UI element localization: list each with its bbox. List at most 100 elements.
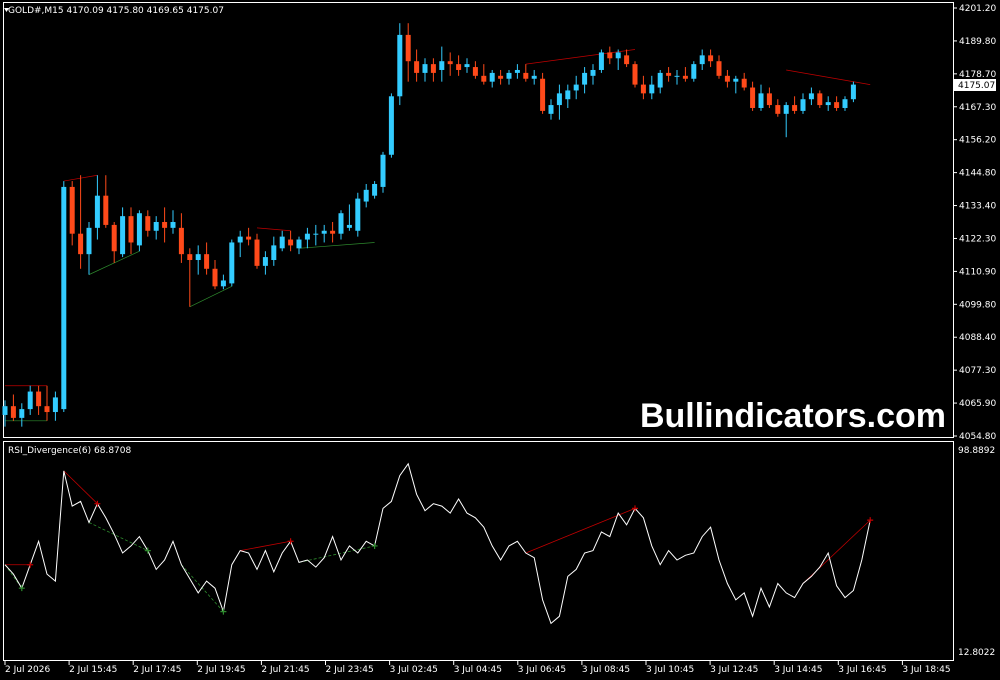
candle-body	[556, 93, 562, 106]
candle	[540, 72, 546, 114]
candle-body	[388, 96, 394, 155]
time-tick-label: 3 Jul 12:45	[710, 665, 758, 675]
candle-body	[430, 64, 436, 73]
candle-body	[640, 84, 646, 94]
time-tick-label: 2 Jul 23:45	[326, 665, 374, 675]
candle-body	[271, 245, 277, 261]
candle-body	[187, 254, 193, 261]
candle-body	[136, 213, 142, 246]
candle-body	[321, 230, 327, 234]
candle-body	[27, 391, 33, 410]
candle-body	[817, 93, 823, 106]
candle-body	[808, 93, 814, 100]
candle-body	[178, 227, 184, 255]
candle-body	[61, 186, 67, 410]
candle	[850, 81, 856, 103]
candle-body	[775, 105, 781, 114]
candle-body	[103, 195, 109, 225]
candle-body	[405, 34, 411, 62]
candle-body	[590, 69, 596, 76]
candle-body	[422, 64, 428, 73]
candle	[388, 93, 394, 158]
candle-body	[456, 64, 462, 70]
candle-body	[632, 64, 638, 85]
candle-body	[36, 391, 42, 407]
candle-body	[254, 239, 260, 266]
candle-body	[649, 84, 655, 94]
candle-body	[363, 189, 369, 202]
candle-body	[598, 52, 604, 70]
candle-body	[481, 75, 487, 82]
candle-body	[514, 69, 520, 73]
candle-body	[792, 105, 798, 111]
candle-body	[279, 236, 285, 249]
candle-body	[783, 105, 789, 114]
candle-body	[439, 61, 445, 70]
candle-body	[750, 87, 756, 108]
candle-body	[498, 75, 504, 79]
candle-body	[540, 78, 546, 111]
candle-body	[288, 239, 294, 246]
candle-body	[372, 183, 378, 196]
candle-body	[716, 61, 722, 76]
candle-body	[69, 186, 75, 234]
candle	[598, 49, 604, 73]
price-tick-label: 4054.80	[959, 432, 996, 442]
candle-body	[296, 239, 302, 249]
candle-body	[489, 72, 495, 82]
candle-body	[674, 75, 680, 77]
candle-body	[548, 105, 554, 114]
price-tick-label: 4189.80	[959, 37, 996, 47]
candle-body	[86, 227, 92, 255]
candle	[61, 181, 67, 413]
price-tick-label: 4144.80	[959, 169, 996, 179]
time-tick-label: 3 Jul 02:45	[390, 665, 438, 675]
time-tick-label: 2 Jul 15:45	[69, 665, 117, 675]
time-tick-label: 2 Jul 19:45	[197, 665, 245, 675]
candle-body	[565, 90, 571, 100]
candle-body	[145, 216, 151, 231]
candle-body	[229, 242, 235, 284]
price-tick-label: 4077.30	[959, 366, 996, 376]
candle-body	[523, 72, 529, 79]
time-tick-label: 3 Jul 18:45	[902, 665, 950, 675]
candle	[632, 61, 638, 88]
rsi-panel-header: RSI_Divergence(6) 68.8708	[8, 446, 131, 456]
candle-body	[691, 64, 697, 79]
candle-body	[682, 75, 688, 79]
candle-body	[834, 102, 840, 108]
time-tick-label: 3 Jul 06:45	[518, 665, 566, 675]
candle-body	[708, 55, 714, 62]
candle-body	[2, 406, 8, 415]
candle	[380, 151, 386, 193]
price-tick-label: 4099.80	[959, 300, 996, 310]
candle-body	[624, 55, 630, 65]
candle-body	[607, 52, 613, 59]
candle	[397, 23, 403, 106]
candle-body	[44, 406, 50, 413]
time-tick-label: 3 Jul 16:45	[838, 665, 886, 675]
time-tick-label: 3 Jul 04:45	[454, 665, 502, 675]
price-tick-label: 4065.90	[959, 399, 996, 409]
price-tick-label: 4088.40	[959, 333, 996, 343]
time-tick-label: 2 Jul 17:45	[133, 665, 181, 675]
candle-body	[170, 222, 176, 228]
candle-body	[338, 213, 344, 234]
price-tick-label: 4122.30	[959, 234, 996, 244]
candle-body	[414, 61, 420, 73]
candle-body	[128, 216, 134, 243]
candle-body	[842, 99, 848, 108]
rsi-tick-label: 12.8022	[958, 648, 995, 658]
candle-body	[304, 233, 310, 240]
candle-body	[724, 75, 730, 82]
price-panel-header: GOLD#,M15 4170.09 4175.80 4169.65 4175.0…	[8, 6, 224, 16]
candle-body	[94, 195, 100, 228]
candle-body	[666, 72, 672, 76]
candle-body	[220, 280, 226, 287]
candle-body	[262, 257, 268, 266]
candle-body	[355, 198, 361, 231]
candle-body	[111, 224, 117, 252]
candle-body	[447, 61, 453, 65]
candle-body	[582, 72, 588, 85]
time-tick-label: 2 Jul 21:45	[261, 665, 309, 675]
